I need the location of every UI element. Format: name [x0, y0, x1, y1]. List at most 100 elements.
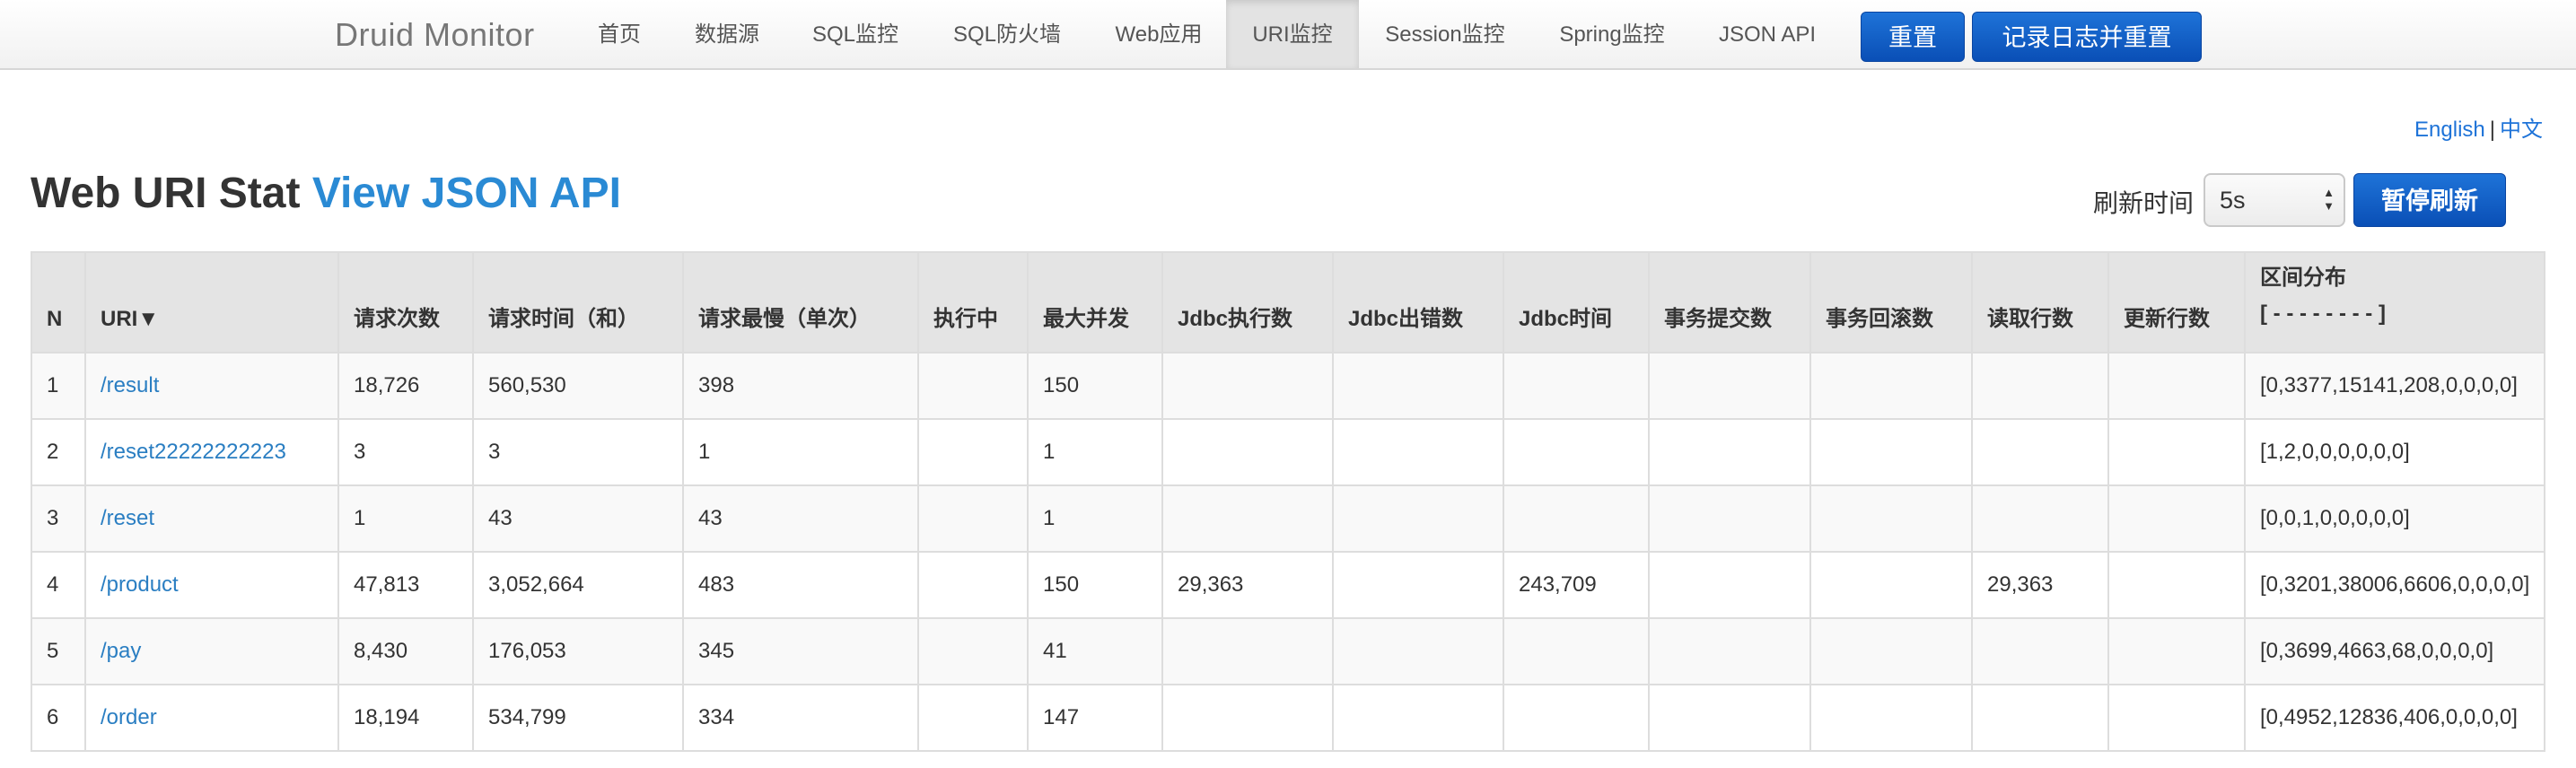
cell-request-count: 1 [337, 484, 474, 553]
cell-request-time-sum: 176,053 [472, 617, 684, 685]
nav-item-home[interactable]: 首页 [584, 0, 654, 68]
cell-uri: /order [84, 684, 339, 752]
col-header-n[interactable]: N [31, 251, 86, 353]
cell-read-rows [1971, 617, 2109, 685]
cell-update-rows [2107, 484, 2246, 553]
col-header-tx-commit[interactable]: 事务提交数 [1648, 251, 1811, 353]
cell-jdbc-exec [1161, 684, 1334, 752]
col-header-tx-rollback[interactable]: 事务回滚数 [1809, 251, 1973, 353]
cell-read-rows [1971, 418, 2109, 486]
col-header-jdbc-time[interactable]: Jdbc时间 [1503, 251, 1650, 353]
cell-request-time-sum: 3,052,664 [472, 551, 684, 619]
col-header-max-concurrent[interactable]: 最大并发 [1027, 251, 1163, 353]
cell-jdbc-error [1332, 684, 1504, 752]
lang-separator: | [2489, 118, 2495, 142]
cell-uri: /result [84, 352, 339, 420]
cell-jdbc-error [1332, 484, 1504, 553]
refresh-interval-select[interactable]: 5s ▲ ▼ [2204, 173, 2345, 227]
nav-item-webapp[interactable]: Web应用 [1100, 0, 1217, 68]
table-row: 2/reset22222222223 3 3 1 1 [1,2,0,0,0,0,0,0] [31, 418, 2545, 486]
uri-link[interactable]: /order [101, 705, 157, 729]
uri-link[interactable]: /product [101, 572, 179, 597]
col-header-running[interactable]: 执行中 [917, 251, 1029, 353]
log-and-reset-button[interactable]: 记录日志并重置 [1972, 12, 2202, 62]
cell-n: 3 [31, 484, 86, 553]
cell-tx-commit [1648, 484, 1811, 553]
reset-button[interactable]: 重置 [1861, 12, 1965, 62]
view-json-api-link[interactable]: View JSON API [312, 170, 621, 217]
cell-jdbc-error [1332, 418, 1504, 486]
cell-distribution: [0,3201,38006,6606,0,0,0,0] [2244, 551, 2545, 619]
cell-tx-rollback [1809, 551, 1973, 619]
col-header-request-time-sum[interactable]: 请求时间（和） [472, 251, 684, 353]
table-row: 4/product 47,813 3,052,664 483 150 29,363 243,… [31, 551, 2545, 619]
table-body: 1/result 18,726 560,530 398 150 [0,3377,15141… [31, 352, 2545, 752]
cell-jdbc-exec: 29,363 [1161, 551, 1334, 619]
cell-running [917, 684, 1029, 752]
cell-request-slowest: 334 [682, 684, 919, 752]
pause-refresh-button[interactable]: 暂停刷新 [2353, 173, 2506, 227]
lang-chinese-link[interactable]: 中文 [2500, 118, 2543, 142]
cell-read-rows: 29,363 [1971, 551, 2109, 619]
col-header-update-rows[interactable]: 更新行数 [2107, 251, 2246, 353]
nav-item-uri[interactable]: URI监控 [1226, 0, 1359, 68]
refresh-interval-label: 刷新时间 [2093, 189, 2195, 217]
nav-item-wall[interactable]: SQL防火墙 [940, 0, 1074, 68]
distribution-title: 区间分布 [2260, 266, 2346, 290]
nav-item-sql[interactable]: SQL监控 [797, 0, 914, 68]
col-header-jdbc-exec[interactable]: Jdbc执行数 [1161, 251, 1334, 353]
cell-read-rows [1971, 484, 2109, 553]
cell-tx-rollback [1809, 418, 1973, 486]
col-header-request-slowest[interactable]: 请求最慢（单次） [682, 251, 919, 353]
cell-max-concurrent: 41 [1027, 617, 1163, 685]
col-header-uri[interactable]: URI▼ [84, 251, 339, 353]
cell-update-rows [2107, 684, 2246, 752]
cell-jdbc-error [1332, 352, 1504, 420]
cell-distribution: [0,3699,4663,68,0,0,0,0] [2244, 617, 2545, 685]
col-header-jdbc-error[interactable]: Jdbc出错数 [1332, 251, 1504, 353]
brand-logo[interactable]: Druid Monitor [335, 0, 535, 70]
lang-english-link[interactable]: English [2414, 118, 2485, 142]
cell-update-rows [2107, 617, 2246, 685]
uri-link[interactable]: /result [101, 373, 159, 397]
table-row: 6/order 18,194 534,799 334 147 [0,4952,12836,… [31, 684, 2545, 752]
col-header-request-count[interactable]: 请求次数 [337, 251, 474, 353]
cell-tx-rollback [1809, 352, 1973, 420]
nav-item-json-api[interactable]: JSON API [1711, 0, 1824, 68]
cell-request-time-sum: 3 [472, 418, 684, 486]
page-title: Web URI Stat View JSON API [31, 169, 621, 218]
uri-stat-table: N URI▼ 请求次数 请求时间（和） 请求最慢（单次） 执行中 最大并发 Jd… [31, 251, 2545, 752]
cell-jdbc-time: 243,709 [1503, 551, 1650, 619]
cell-request-slowest: 398 [682, 352, 919, 420]
cell-tx-rollback [1809, 684, 1973, 752]
nav-item-datasource[interactable]: 数据源 [682, 0, 772, 68]
cell-tx-commit [1648, 617, 1811, 685]
col-header-read-rows[interactable]: 读取行数 [1971, 251, 2109, 353]
cell-uri: /pay [84, 617, 339, 685]
cell-request-count: 18,726 [337, 352, 474, 420]
cell-uri: /reset [84, 484, 339, 553]
cell-jdbc-exec [1161, 617, 1334, 685]
language-switch: English | 中文 [2414, 111, 2543, 143]
nav-item-session[interactable]: Session监控 [1378, 0, 1512, 68]
cell-tx-commit [1648, 352, 1811, 420]
cell-distribution: [0,3377,15141,208,0,0,0,0] [2244, 352, 2545, 420]
uri-link[interactable]: /reset22222222223 [101, 440, 286, 464]
cell-request-count: 18,194 [337, 684, 474, 752]
table-row: 1/result 18,726 560,530 398 150 [0,3377,15141… [31, 352, 2545, 420]
uri-link[interactable]: /pay [101, 639, 141, 663]
cell-tx-rollback [1809, 617, 1973, 685]
cell-request-time-sum: 534,799 [472, 684, 684, 752]
cell-running [917, 418, 1029, 486]
cell-jdbc-exec [1161, 418, 1334, 486]
uri-link[interactable]: /reset [101, 506, 154, 530]
cell-uri: /reset22222222223 [84, 418, 339, 486]
nav-item-spring[interactable]: Spring监控 [1550, 0, 1674, 68]
table-row: 5/pay 8,430 176,053 345 41 [0,3699,4663,68,0,… [31, 617, 2545, 685]
cell-request-time-sum: 560,530 [472, 352, 684, 420]
cell-n: 2 [31, 418, 86, 486]
col-header-distribution[interactable]: 区间分布 [ - - - - - - - - ] [2244, 251, 2545, 353]
cell-running [917, 617, 1029, 685]
cell-jdbc-error [1332, 551, 1504, 619]
cell-n: 1 [31, 352, 86, 420]
